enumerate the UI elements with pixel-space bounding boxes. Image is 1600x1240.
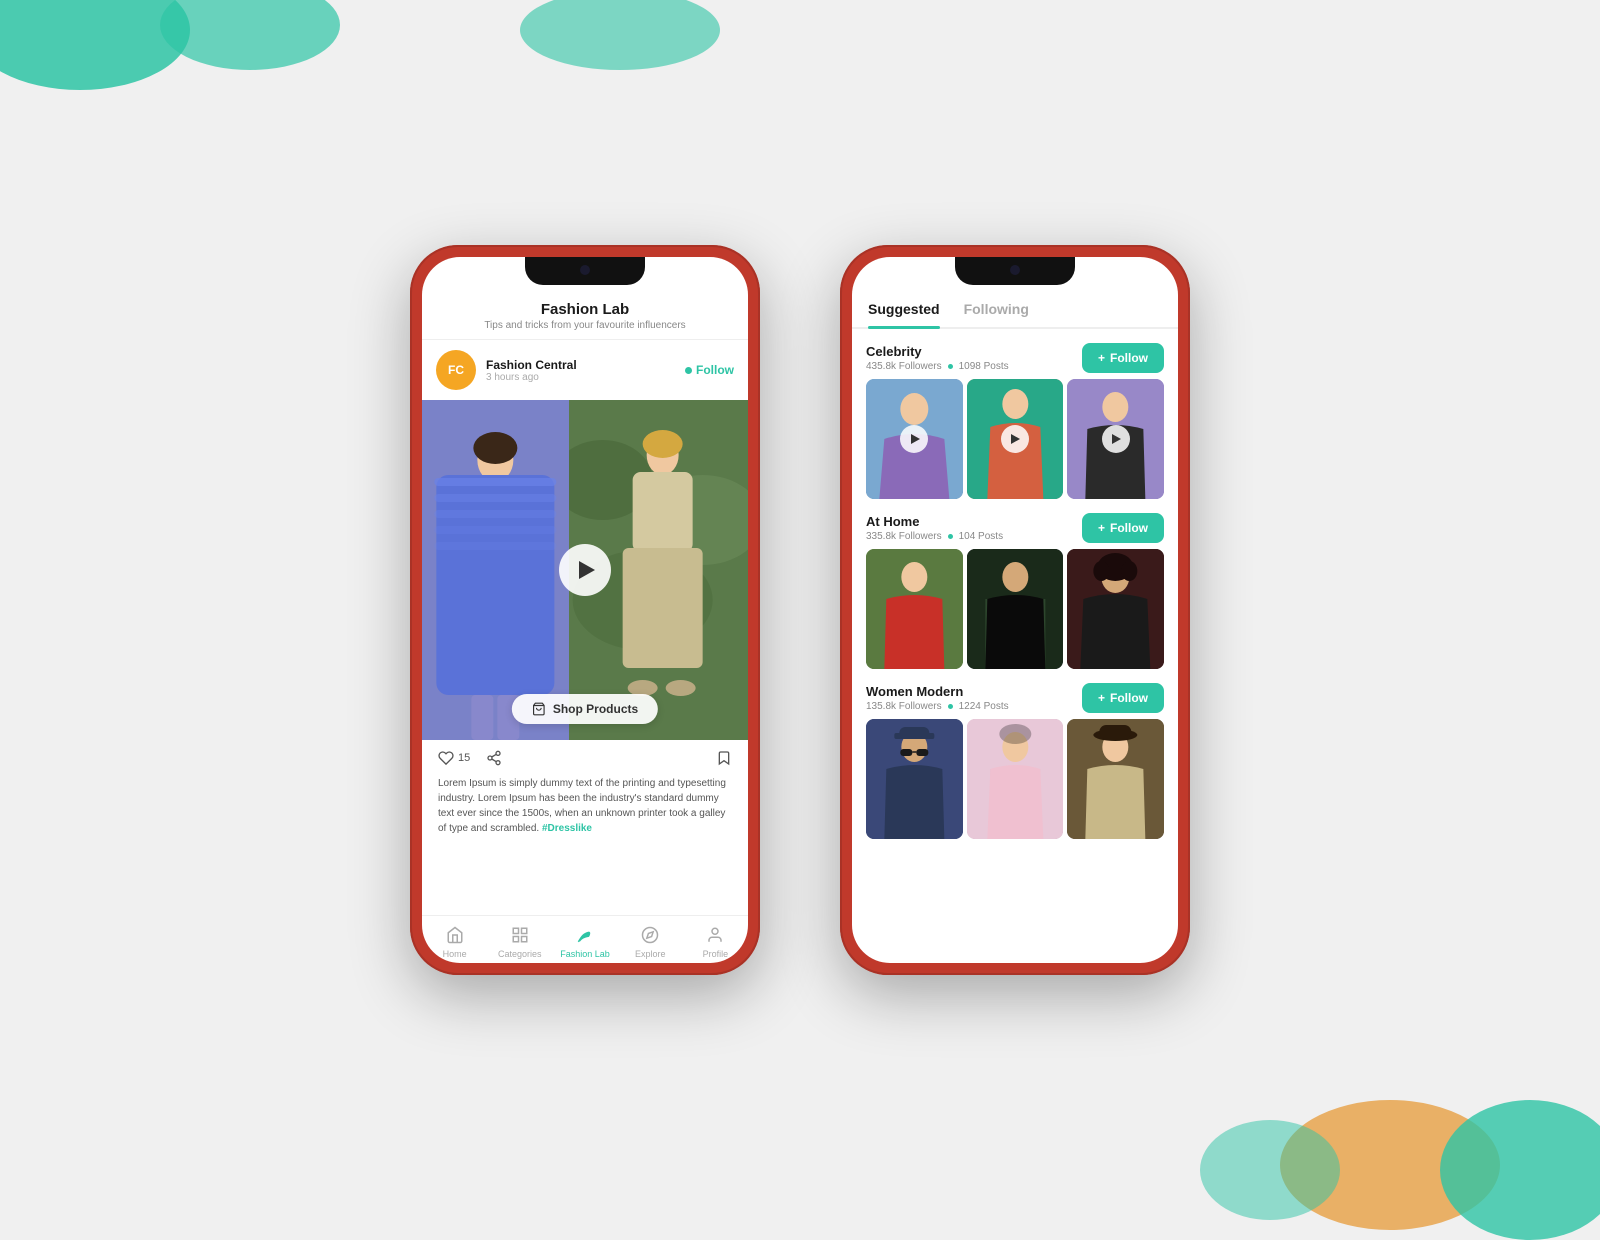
bottom-nav: Home Categories: [422, 915, 748, 963]
section-celebrity-info: Celebrity 435.8k Followers 1098 Posts: [866, 344, 1082, 372]
section-women-info: Women Modern 135.8k Followers 1224 Posts: [866, 684, 1082, 712]
phone-1: Fashion Lab Tips and tricks from your fa…: [410, 245, 760, 975]
phone-2: Suggested Following Celebrity: [840, 245, 1190, 975]
hashtag[interactable]: #Dresslike: [542, 823, 592, 834]
home-icon: [444, 924, 466, 946]
women-image-2: [967, 719, 1064, 839]
section-athome-header: At Home 335.8k Followers 104 Posts + Fol…: [866, 513, 1164, 543]
phone-1-notch: [525, 257, 645, 285]
user-name: Fashion Central: [486, 358, 675, 372]
athome-image-2: [967, 549, 1064, 669]
play-button-3[interactable]: [1102, 425, 1130, 453]
athome-image-3: [1067, 549, 1164, 669]
play-button-1[interactable]: [900, 425, 928, 453]
blob-br-green2: [1200, 1120, 1340, 1220]
section-celebrity-title: Celebrity: [866, 344, 1082, 359]
shop-products-button[interactable]: Shop Products: [512, 694, 658, 724]
leaf-icon: [574, 924, 596, 946]
play-button[interactable]: [559, 544, 611, 596]
page-subtitle: Tips and tricks from your favourite infl…: [438, 320, 732, 331]
follow-celebrity-button[interactable]: + Follow: [1082, 343, 1164, 373]
page-title: Fashion Lab: [438, 301, 732, 318]
like-button[interactable]: 15: [438, 750, 470, 766]
p1-header: Fashion Lab Tips and tricks from your fa…: [422, 287, 748, 340]
play-icon: [1112, 434, 1121, 444]
heart-icon: [438, 750, 454, 766]
section-celebrity: Celebrity 435.8k Followers 1098 Posts + …: [866, 343, 1164, 499]
share-icon: [486, 750, 502, 766]
meta-dot: [948, 704, 953, 709]
compass-icon: [639, 924, 661, 946]
tab-suggested[interactable]: Suggested: [868, 301, 940, 327]
follow-athome-button[interactable]: + Follow: [1082, 513, 1164, 543]
bookmark-icon: [716, 750, 732, 766]
phones-wrapper: Fashion Lab Tips and tricks from your fa…: [0, 0, 1600, 1200]
figure-blue-coat: [422, 400, 569, 740]
section-women-modern: Women Modern 135.8k Followers 1224 Posts…: [866, 683, 1164, 839]
bag-icon: [532, 702, 546, 716]
blob-br-green: [1440, 1100, 1600, 1240]
women-image-3: [1067, 719, 1164, 839]
follow-women-button[interactable]: + Follow: [1082, 683, 1164, 713]
phone-1-screen: Fashion Lab Tips and tricks from your fa…: [422, 257, 748, 963]
nav-item-categories[interactable]: Categories: [487, 924, 552, 959]
play-icon: [911, 434, 920, 444]
phone-2-camera: [1010, 265, 1020, 275]
section-celebrity-meta: 435.8k Followers 1098 Posts: [866, 361, 1082, 372]
media-left: [422, 400, 569, 740]
share-button[interactable]: [486, 750, 502, 766]
section-celebrity-header: Celebrity 435.8k Followers 1098 Posts + …: [866, 343, 1164, 373]
bookmark-button[interactable]: [716, 750, 732, 766]
meta-dot: [948, 364, 953, 369]
play-icon: [1011, 434, 1020, 444]
tab-following[interactable]: Following: [964, 301, 1029, 327]
play-icon: [579, 561, 595, 579]
phone2-content: Suggested Following Celebrity: [852, 257, 1178, 963]
media-area: Shop Products: [422, 400, 748, 740]
nav-item-explore[interactable]: Explore: [618, 924, 683, 959]
person-icon: [704, 924, 726, 946]
scroll-area: Celebrity 435.8k Followers 1098 Posts + …: [852, 329, 1178, 963]
section-athome-title: At Home: [866, 514, 1082, 529]
tabs: Suggested Following: [852, 287, 1178, 329]
section-athome: At Home 335.8k Followers 104 Posts + Fol…: [866, 513, 1164, 669]
nav-item-profile[interactable]: Profile: [683, 924, 748, 959]
follow-button[interactable]: Follow: [685, 363, 734, 377]
celebrity-images: [866, 379, 1164, 499]
nav-item-home[interactable]: Home: [422, 924, 487, 959]
section-women-header: Women Modern 135.8k Followers 1224 Posts…: [866, 683, 1164, 713]
phone-2-notch: [955, 257, 1075, 285]
phone1-content: Fashion Lab Tips and tricks from your fa…: [422, 257, 748, 963]
post-caption: Lorem Ipsum is simply dummy text of the …: [422, 776, 748, 844]
post-actions: 15: [422, 740, 748, 776]
women-image-1: [866, 719, 963, 839]
meta-dot: [948, 534, 953, 539]
nav-item-fashionlab[interactable]: Fashion Lab: [552, 924, 617, 959]
user-time: 3 hours ago: [486, 372, 675, 383]
follow-dot: [685, 367, 692, 374]
user-row: FC Fashion Central 3 hours ago Follow: [422, 340, 748, 400]
celebrity-image-1: [866, 379, 963, 499]
celebrity-image-2: [967, 379, 1064, 499]
section-athome-info: At Home 335.8k Followers 104 Posts: [866, 514, 1082, 542]
women-images: [866, 719, 1164, 839]
play-button-2[interactable]: [1001, 425, 1029, 453]
section-women-meta: 135.8k Followers 1224 Posts: [866, 701, 1082, 712]
grid-icon: [509, 924, 531, 946]
avatar: FC: [436, 350, 476, 390]
section-women-title: Women Modern: [866, 684, 1082, 699]
section-athome-meta: 335.8k Followers 104 Posts: [866, 531, 1082, 542]
athome-images: [866, 549, 1164, 669]
phone-1-camera: [580, 265, 590, 275]
user-info: Fashion Central 3 hours ago: [486, 358, 675, 383]
athome-image-1: [866, 549, 963, 669]
celebrity-image-3: [1067, 379, 1164, 499]
phone-2-screen: Suggested Following Celebrity: [852, 257, 1178, 963]
